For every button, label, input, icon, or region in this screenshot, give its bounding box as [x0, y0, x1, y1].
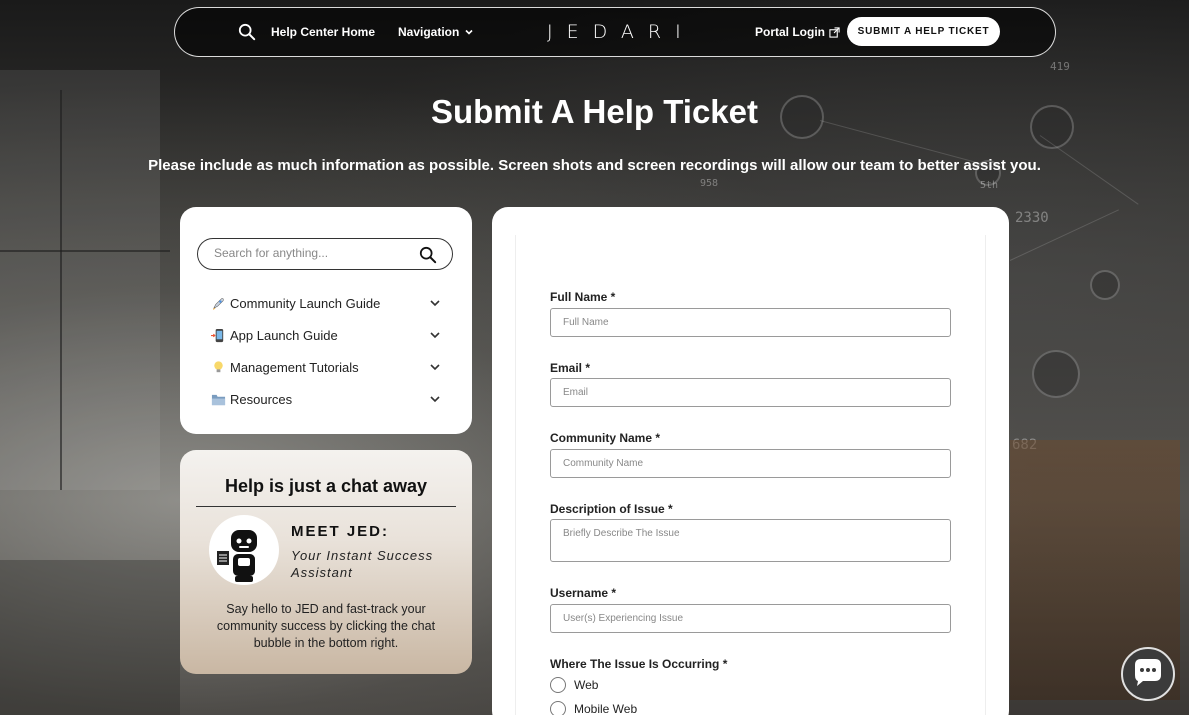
radio-label: Web — [574, 678, 599, 692]
network-node — [1032, 350, 1080, 398]
help-ticket-form-card: Full Name * Full Name Email * Email Comm… — [492, 207, 1009, 715]
form-frame: Full Name * Full Name Email * Email Comm… — [515, 235, 986, 715]
email-label: Email * — [550, 361, 591, 375]
external-link-icon — [829, 26, 840, 38]
chevron-down-icon[interactable] — [429, 361, 441, 373]
radio-button[interactable] — [550, 701, 566, 715]
category-label: Community Launch Guide — [230, 295, 381, 311]
meet-jed-heading: MEET JED: — [291, 523, 390, 540]
chevron-down-icon — [465, 29, 473, 35]
sidebar-search-input[interactable] — [214, 246, 414, 260]
chevron-down-icon[interactable] — [429, 393, 441, 405]
sidebar-search-box[interactable] — [197, 238, 453, 270]
chevron-down-icon[interactable] — [429, 329, 441, 341]
mobile-phone-icon — [211, 328, 224, 342]
chat-launcher-button[interactable] — [1121, 647, 1175, 701]
lightbulb-icon — [214, 360, 223, 372]
network-node — [1090, 270, 1120, 300]
page-subtitle: Please include as much information as po… — [148, 157, 1041, 174]
category-app-launch-guide[interactable]: App Launch Guide — [211, 319, 441, 351]
chat-card-title: Help is just a chat away — [224, 476, 428, 496]
help-center-home-link[interactable]: Help Center Home — [271, 25, 375, 39]
bg-number: 958 — [700, 178, 719, 189]
username-input[interactable]: User(s) Experiencing Issue — [550, 604, 951, 633]
community-name-input[interactable]: Community Name — [550, 449, 951, 478]
full-name-label: Full Name * — [550, 290, 616, 304]
description-textarea[interactable]: Briefly Describe The Issue — [550, 519, 951, 562]
community-name-label: Community Name * — [550, 431, 661, 445]
bg-number: 5th — [980, 180, 999, 191]
window-panel — [0, 70, 160, 490]
top-navigation-bar: Help Center Home Navigation JEDARI Porta… — [174, 7, 1056, 57]
category-community-launch-guide[interactable]: Community Launch Guide — [211, 287, 441, 319]
radio-label: Mobile Web — [574, 702, 638, 715]
chevron-down-icon[interactable] — [429, 297, 441, 309]
email-input[interactable]: Email — [550, 378, 951, 407]
category-label: Resources — [230, 391, 293, 407]
portal-login-link[interactable]: Portal Login — [755, 25, 840, 39]
knowledge-base-card: Community Launch Guide App Launch Guide — [180, 207, 472, 434]
navigation-dropdown[interactable]: Navigation — [398, 25, 474, 39]
bg-number: 2330 — [1015, 210, 1049, 226]
search-icon[interactable] — [238, 23, 256, 41]
radio-option-web[interactable]: Web — [550, 677, 598, 693]
rocket-icon — [212, 297, 224, 310]
search-icon[interactable] — [419, 246, 437, 264]
chat-bubble-icon — [1135, 659, 1161, 686]
category-list: Community Launch Guide App Launch Guide — [211, 295, 441, 423]
issue-location-label: Where The Issue Is Occurring * — [550, 657, 728, 671]
window-frame — [60, 90, 62, 490]
floor-shadow — [0, 560, 180, 715]
category-management-tutorials[interactable]: Management Tutorials — [211, 351, 441, 383]
category-label: App Launch Guide — [230, 327, 338, 343]
category-label: Management Tutorials — [230, 359, 359, 375]
meet-jed-subtitle: Your Instant Success Assistant — [291, 548, 434, 580]
robot-icon — [217, 530, 257, 582]
page-title: Submit A Help Ticket — [430, 93, 758, 130]
radio-button[interactable] — [550, 677, 566, 693]
submit-help-ticket-button[interactable]: SUBMIT A HELP TICKET — [847, 17, 1000, 46]
full-name-input[interactable]: Full Name — [550, 308, 951, 337]
chat-card-description: Say hello to JED and fast-track your com… — [216, 602, 436, 650]
portal-login-label: Portal Login — [755, 25, 825, 39]
bg-number: 419 — [1050, 60, 1070, 73]
navigation-label: Navigation — [398, 25, 460, 39]
description-label: Description of Issue * — [550, 502, 673, 516]
radio-option-mobile-web[interactable]: Mobile Web — [550, 701, 637, 715]
divider — [196, 506, 456, 507]
category-resources[interactable]: Resources — [211, 383, 441, 415]
username-label: Username * — [550, 586, 617, 600]
jedari-logo[interactable]: JEDARI — [547, 21, 695, 43]
folder-icon — [211, 394, 226, 405]
jed-robot-avatar — [209, 515, 279, 585]
window-frame — [0, 250, 170, 252]
chat-promo-card: Help is just a chat away MEET JED: Your … — [180, 450, 472, 674]
